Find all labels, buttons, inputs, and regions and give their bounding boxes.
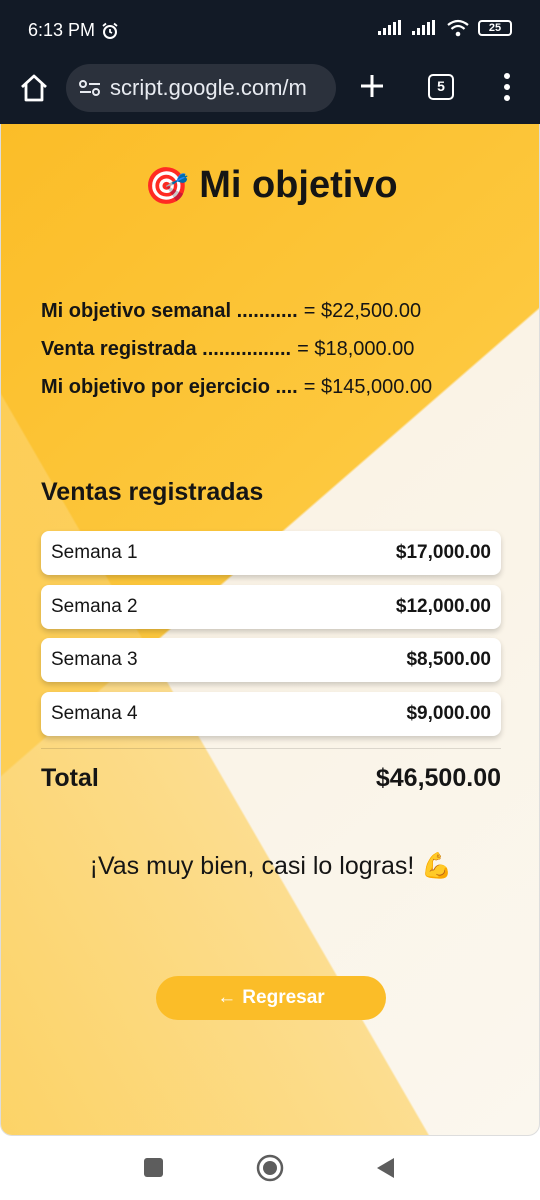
sales-section-title: Ventas registradas (41, 478, 264, 506)
wifi-icon (447, 19, 469, 37)
home-icon[interactable] (18, 72, 50, 104)
list-item: Semana 2 $12,000.00 (41, 584, 501, 629)
goal-label: Mi objetivo por ejercicio .... (41, 375, 298, 398)
week-label: Semana 1 (51, 542, 138, 563)
site-settings-icon[interactable] (78, 78, 102, 98)
goals-summary: Mi objetivo semanal ........... = $22,50… (41, 292, 432, 406)
week-amount: $9,000.00 (406, 702, 491, 724)
list-item: Semana 3 $8,500.00 (41, 638, 501, 682)
weekly-sales-list: Semana 1 $17,000.00 Semana 2 $12,000.00 … (41, 531, 501, 745)
back-button[interactable]: ← Regresar (156, 976, 386, 1020)
back-triangle-icon[interactable] (374, 1156, 396, 1180)
week-label: Semana 4 (51, 702, 138, 724)
home-circle-icon[interactable] (256, 1154, 284, 1182)
alarm-icon (102, 22, 118, 39)
web-page: 🎯 Mi objetivo Mi objetivo semanal ......… (0, 124, 540, 1136)
list-item: Semana 1 $17,000.00 (41, 531, 501, 575)
battery-icon: 25 (478, 20, 512, 36)
week-label: Semana 3 (51, 649, 138, 670)
browser-toolbar: script.google.com/m 5 (0, 62, 540, 124)
status-time-text: 6:13 PM (28, 20, 96, 40)
back-arrow-icon: ← (217, 987, 237, 1008)
week-amount: $17,000.00 (395, 542, 491, 563)
more-menu-icon[interactable] (500, 72, 514, 102)
new-tab-icon[interactable] (358, 72, 386, 100)
tab-switcher-button[interactable]: 5 (428, 74, 454, 100)
status-time: 6:13 PM (28, 20, 119, 41)
page-header: 🎯 Mi objetivo (1, 164, 539, 207)
url-text: script.google.com/m (110, 75, 307, 100)
signal-icon-2 (412, 20, 435, 35)
goal-label: Venta registrada ................ (41, 337, 292, 360)
goal-yearly: Mi objetivo por ejercicio .... = $145,00… (41, 368, 432, 406)
divider (41, 748, 501, 749)
goal-value: = $145,000.00 (303, 375, 433, 398)
total-row: Total $46,500.00 (41, 764, 501, 793)
recents-icon[interactable] (144, 1158, 163, 1177)
week-amount: $8,500.00 (406, 649, 491, 670)
week-amount: $12,000.00 (395, 595, 491, 617)
signal-icon (378, 20, 401, 35)
goal-registered: Venta registrada ................ = $18,… (41, 330, 432, 368)
status-bar: 6:13 PM 25 (0, 0, 540, 62)
status-icons: 25 (378, 19, 512, 37)
goal-value: = $22,500.00 (303, 299, 422, 322)
system-nav-bar (0, 1136, 540, 1200)
list-item: Semana 4 $9,000.00 (41, 691, 501, 736)
page-content: 🎯 Mi objetivo Mi objetivo semanal ......… (1, 124, 539, 1135)
goal-weekly: Mi objetivo semanal ........... = $22,50… (41, 292, 432, 330)
url-bar[interactable]: script.google.com/m (66, 64, 336, 112)
week-label: Semana 2 (51, 595, 138, 617)
goal-value: = $18,000.00 (297, 337, 415, 360)
back-button-label: Regresar (242, 987, 325, 1008)
target-icon: 🎯 (144, 164, 190, 206)
total-label: Total (41, 764, 99, 792)
page-title: Mi objetivo (199, 164, 398, 206)
goal-label: Mi objetivo semanal ........... (41, 299, 298, 322)
encouragement-message: ¡Vas muy bien, casi lo logras! 💪 (89, 852, 453, 880)
total-value: $46,500.00 (375, 764, 501, 792)
